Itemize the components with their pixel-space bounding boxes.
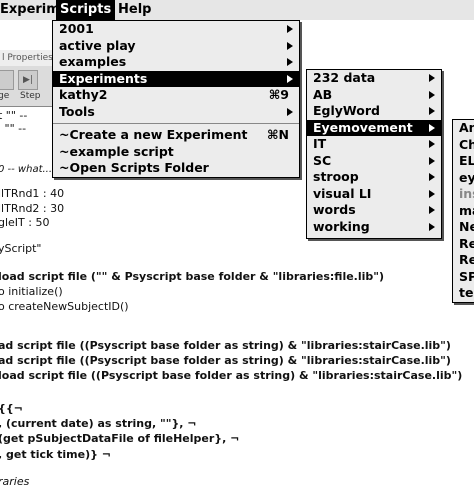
menu-item-ab[interactable]: AB — [307, 87, 441, 104]
menu-item-it[interactable]: IT — [307, 136, 441, 153]
menu-item-kathy2[interactable]: kathy2 ⌘9 — [53, 87, 299, 104]
code-line: {{¬ — [0, 402, 23, 415]
submenu-arrow-icon — [287, 41, 293, 50]
code-line: raries — [0, 475, 30, 488]
experiments-submenu: 232 data AB EglyWord Eyemovement IT SC s… — [306, 69, 442, 239]
menu-item-eyemovement-script[interactable]: Ch — [453, 137, 474, 154]
step-icon[interactable]: ▶| — [18, 70, 38, 90]
submenu-arrow-icon — [287, 58, 293, 66]
step-label: Step — [20, 91, 41, 101]
menu-item-eyemovement-script[interactable]: Ne — [453, 219, 474, 236]
submenu-arrow-icon — [429, 222, 435, 231]
menu-item-eyemovement-script[interactable]: SP — [453, 269, 474, 286]
menu-item-example-script[interactable]: ~example script — [53, 144, 299, 161]
code-line: o initialize() — [0, 285, 63, 298]
code-line: llTRnd1 : 40 — [0, 187, 65, 200]
code-line: ' "" -- — [0, 122, 27, 135]
menu-item-eyemovement-script[interactable]: ey — [453, 170, 474, 187]
menu-help[interactable]: Help — [114, 0, 155, 20]
submenu-arrow-icon — [429, 107, 435, 115]
menu-item-232-data[interactable]: 232 data — [307, 70, 441, 87]
submenu-arrow-icon — [287, 107, 293, 116]
run-button[interactable] — [0, 70, 14, 90]
menu-item-words[interactable]: words — [307, 202, 441, 219]
scripts-menu: 2001 active play examples Experiments ka… — [52, 20, 300, 178]
code-line: llTRnd2 : 30 — [0, 202, 65, 215]
submenu-arrow-icon — [429, 206, 435, 214]
menu-item-eyemovement-script[interactable]: An — [453, 120, 474, 137]
code-line: ad script file ((Psyscript base folder a… — [0, 354, 451, 367]
shortcut-label: ⌘N — [266, 127, 289, 142]
editor-toolbar: ▶| ge Step — [0, 66, 60, 107]
code-line: ad script file ((Psyscript base folder a… — [0, 339, 451, 352]
menu-item-examples[interactable]: examples — [53, 54, 299, 71]
menu-item-eyemovement-script[interactable]: te: — [453, 285, 474, 302]
menu-item-eyemovement-script[interactable]: Re — [453, 252, 474, 269]
menu-item-eyemovement-script[interactable]: EL_ — [453, 153, 474, 170]
menu-item-eglyword[interactable]: EglyWord — [307, 103, 441, 120]
menu-item-eyemovement-script[interactable]: Re — [453, 236, 474, 253]
toolbar-label: ge — [0, 91, 10, 101]
code-line: t "" -- — [0, 109, 28, 122]
menu-item-create-experiment[interactable]: ~Create a new Experiment ⌘N — [53, 127, 299, 144]
eyemovement-submenu: An Ch EL_ ey ins ma Ne Re Re SP te: — [452, 119, 474, 303]
shortcut-label: ⌘9 — [268, 87, 289, 102]
submenu-arrow-icon — [429, 140, 435, 148]
menu-item-active-play[interactable]: active play — [53, 38, 299, 55]
menu-item-eyemovement[interactable]: Eyemovement — [307, 119, 441, 136]
menu-item-tools[interactable]: Tools — [53, 104, 299, 121]
code-line: yScript" — [0, 242, 42, 255]
menu-item-experiments[interactable]: Experiments — [53, 70, 299, 87]
submenu-arrow-icon — [429, 74, 435, 82]
menu-item-eyemovement-script[interactable]: ins — [453, 186, 474, 203]
code-line: 0 -- what... — [0, 164, 53, 175]
code-line: , get tick time)} ¬ — [0, 448, 111, 461]
menu-scripts[interactable]: Scripts — [56, 0, 116, 20]
menu-item-eyemovement-script[interactable]: ma — [453, 203, 474, 220]
menu-item-sc[interactable]: SC — [307, 153, 441, 170]
submenu-arrow-icon — [429, 189, 435, 198]
code-line: gleIT : 50 — [0, 216, 50, 229]
code-line: , (current date) as string, ""}, ¬ — [0, 417, 197, 430]
menu-bar: Experiment Scripts Help — [0, 0, 474, 21]
menu-item-2001[interactable]: 2001 — [53, 21, 299, 38]
menu-separator — [53, 123, 299, 124]
submenu-arrow-icon — [429, 156, 435, 165]
menu-item-open-scripts-folder[interactable]: ~Open Scripts Folder — [53, 160, 299, 177]
code-line: load script file ((Psyscript base folder… — [0, 369, 463, 382]
menu-item-stroop[interactable]: stroop — [307, 169, 441, 186]
code-line: (get pSubjectDataFile of fileHelper}, ¬ — [0, 432, 240, 445]
menu-item-working[interactable]: working — [307, 219, 441, 236]
submenu-arrow-icon — [429, 90, 435, 99]
submenu-arrow-icon — [287, 74, 293, 83]
code-line: load script file ("" & Psyscript base fo… — [0, 270, 385, 283]
submenu-arrow-icon — [429, 123, 435, 132]
submenu-arrow-icon — [287, 25, 293, 33]
menu-item-visual-li[interactable]: visual LI — [307, 186, 441, 203]
submenu-arrow-icon — [429, 173, 435, 181]
code-line: o createNewSubjectID() — [0, 300, 129, 313]
